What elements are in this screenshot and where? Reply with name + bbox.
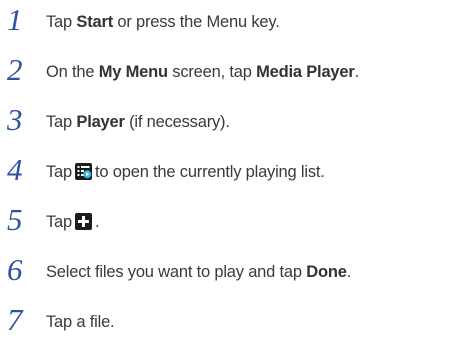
step-number: 3 [7,102,23,137]
step-number: 7 [7,302,23,337]
step-number: 1 [7,2,23,37]
step-2: 2 On the My Menu screen, tap Media Playe… [0,52,464,92]
step-text: Tap . [46,213,100,231]
step-number: 2 [7,52,23,87]
step-text: Tap Start or press the Menu key. [46,13,280,31]
step-5: 5 Tap . [0,202,464,242]
step-text: Tap Player (if necessary). [46,113,230,131]
start-label: Start [76,13,113,31]
media-player-label: Media Player [256,63,355,81]
step-number: 6 [7,252,23,287]
step-number: 5 [7,202,23,237]
step-7: 7 Tap a file. [0,302,464,342]
now-playing-list-icon [75,163,93,180]
step-3: 3 Tap Player (if necessary). [0,102,464,142]
step-1: 1 Tap Start or press the Menu key. [0,2,464,42]
step-6: 6 Select files you want to play and tap … [0,252,464,292]
add-plus-icon [75,213,93,230]
step-4: 4 Tap to open the currently playing list… [0,152,464,192]
instruction-page: 1 Tap Start or press the Menu key. 2 On … [0,0,464,349]
done-label: Done [306,263,347,281]
my-menu-label: My Menu [98,63,168,81]
player-label: Player [76,113,125,131]
step-text: Tap to open the currently playing list. [46,163,325,181]
step-text: Select files you want to play and tap Do… [46,263,352,281]
step-text: Tap a file. [46,313,115,331]
step-text: On the My Menu screen, tap Media Player. [46,63,359,81]
step-number: 4 [7,152,23,187]
